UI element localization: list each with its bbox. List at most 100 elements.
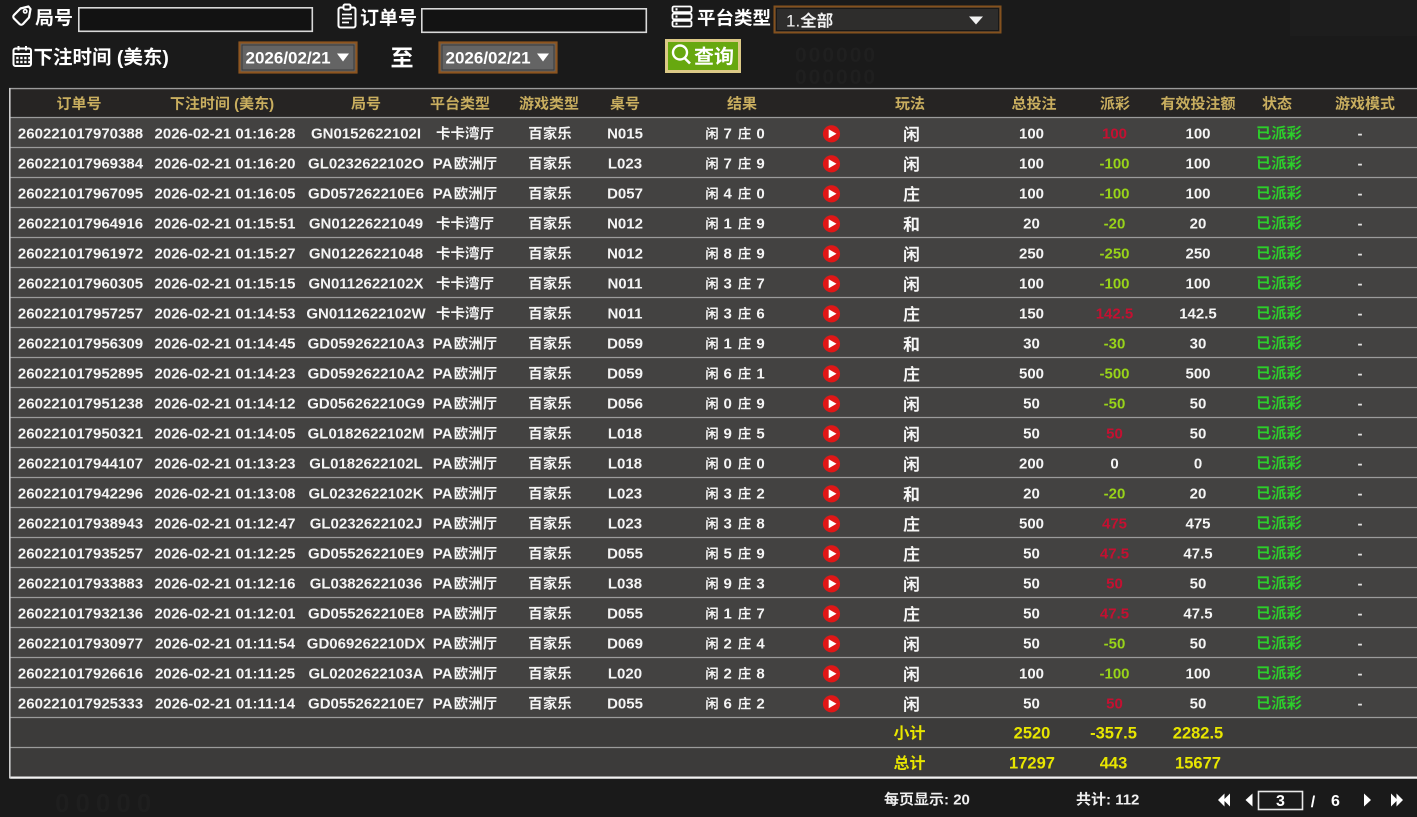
svg-text:0: 0 — [1110, 456, 1118, 473]
svg-text:D055: D055 — [607, 546, 643, 563]
svg-text:D059: D059 — [607, 366, 643, 383]
svg-text:260221017932136: 260221017932136 — [18, 606, 143, 623]
svg-text:9: 9 — [756, 546, 764, 563]
svg-text:47.5: 47.5 — [1183, 546, 1212, 563]
svg-text:D055: D055 — [607, 696, 643, 713]
svg-text:N012: N012 — [607, 246, 643, 263]
svg-text:GL0232622102O: GL0232622102O — [308, 156, 424, 173]
svg-text:475: 475 — [1185, 516, 1210, 533]
svg-text:260221017944107: 260221017944107 — [18, 456, 143, 473]
svg-text:7: 7 — [756, 606, 764, 623]
svg-text:PA: PA — [433, 186, 453, 203]
svg-text:50: 50 — [1023, 696, 1040, 713]
svg-text:L023: L023 — [608, 156, 642, 173]
svg-text:-: - — [1358, 696, 1363, 713]
svg-text:-: - — [1358, 576, 1363, 593]
svg-text:50: 50 — [1023, 546, 1040, 563]
svg-text:9: 9 — [756, 246, 764, 263]
svg-text:30: 30 — [1190, 336, 1207, 353]
svg-text:9: 9 — [756, 156, 764, 173]
svg-text:2026-02-21 01:14:23: 2026-02-21 01:14:23 — [155, 366, 296, 383]
svg-text:50: 50 — [1023, 606, 1040, 623]
svg-text:-: - — [1358, 156, 1363, 173]
svg-text:47.5: 47.5 — [1183, 606, 1212, 623]
svg-text:142.5: 142.5 — [1096, 306, 1134, 323]
svg-text:2026-02-21 01:11:25: 2026-02-21 01:11:25 — [155, 666, 295, 683]
svg-text:-: - — [1358, 246, 1363, 263]
svg-text:100: 100 — [1185, 186, 1210, 203]
svg-text:N012: N012 — [607, 216, 643, 233]
svg-text:260221017960305: 260221017960305 — [18, 276, 143, 293]
svg-text:50: 50 — [1190, 396, 1207, 413]
svg-text:260221017951238: 260221017951238 — [18, 396, 143, 413]
svg-text:50: 50 — [1190, 576, 1207, 593]
svg-text:D057: D057 — [607, 186, 643, 203]
svg-text:2282.5: 2282.5 — [1173, 725, 1223, 743]
svg-text:L018: L018 — [608, 456, 642, 473]
svg-text:2: 2 — [724, 666, 732, 683]
svg-text:0: 0 — [756, 456, 764, 473]
svg-text:2026-02-21 01:16:28: 2026-02-21 01:16:28 — [155, 126, 296, 143]
svg-text:GL03826221036: GL03826221036 — [310, 576, 423, 593]
svg-text:PA: PA — [433, 576, 453, 593]
svg-text:50: 50 — [1106, 696, 1123, 713]
svg-text:(: ( — [234, 96, 239, 113]
svg-text:-: - — [1358, 546, 1363, 563]
svg-text:D056: D056 — [607, 396, 643, 413]
svg-text:443: 443 — [1100, 755, 1128, 773]
svg-text:GL0232622102J: GL0232622102J — [310, 516, 423, 533]
svg-text:-: - — [1358, 276, 1363, 293]
svg-text:-100: -100 — [1099, 276, 1129, 293]
svg-text:20: 20 — [1023, 486, 1040, 503]
svg-text:GD059262210A2: GD059262210A2 — [308, 366, 425, 383]
svg-text:0: 0 — [724, 456, 732, 473]
svg-text:GN01226221048: GN01226221048 — [309, 246, 423, 263]
svg-text:50: 50 — [1023, 636, 1040, 653]
svg-text:N011: N011 — [607, 276, 642, 293]
svg-text:250: 250 — [1185, 246, 1210, 263]
svg-text:-: - — [1358, 306, 1363, 323]
svg-text:9: 9 — [756, 396, 764, 413]
svg-text:GL0182622102L: GL0182622102L — [309, 456, 422, 473]
svg-text:8: 8 — [724, 246, 732, 263]
svg-text:100: 100 — [1185, 156, 1210, 173]
svg-text:PA: PA — [433, 336, 453, 353]
svg-text:0: 0 — [724, 396, 732, 413]
svg-text:100: 100 — [1019, 126, 1044, 143]
svg-text:20: 20 — [953, 792, 970, 809]
svg-text:/: / — [1311, 794, 1316, 811]
svg-text:475: 475 — [1102, 516, 1127, 533]
svg-text:100: 100 — [1102, 126, 1127, 143]
svg-text:1.: 1. — [786, 12, 800, 31]
svg-text:3: 3 — [724, 306, 732, 323]
svg-text:2026-02-21 01:16:05: 2026-02-21 01:16:05 — [155, 186, 296, 203]
svg-text:L023: L023 — [608, 486, 642, 503]
svg-text:GD069262210DX: GD069262210DX — [307, 636, 425, 653]
svg-text:PA: PA — [433, 156, 453, 173]
svg-text:260221017925333: 260221017925333 — [18, 696, 143, 713]
svg-text:20: 20 — [1023, 216, 1040, 233]
svg-text:GD059262210A3: GD059262210A3 — [308, 336, 425, 353]
svg-text:500: 500 — [1019, 516, 1044, 533]
svg-text:2026-02-21 01:14:45: 2026-02-21 01:14:45 — [155, 336, 296, 353]
svg-text:15677: 15677 — [1175, 755, 1221, 773]
svg-text:3: 3 — [724, 516, 732, 533]
svg-text:200: 200 — [1019, 456, 1044, 473]
svg-text:3: 3 — [724, 276, 732, 293]
svg-text:PA: PA — [433, 666, 453, 683]
svg-text:5: 5 — [756, 426, 764, 443]
svg-text:GD055262210E7: GD055262210E7 — [308, 696, 424, 713]
svg-text:GL0232622102K: GL0232622102K — [308, 486, 423, 503]
svg-text:2: 2 — [756, 486, 764, 503]
svg-text:260221017930977: 260221017930977 — [18, 636, 143, 653]
svg-text:7: 7 — [756, 276, 764, 293]
svg-text:GD056262210G9: GD056262210G9 — [307, 396, 425, 413]
svg-text:3: 3 — [724, 486, 732, 503]
svg-text:260221017969384: 260221017969384 — [18, 156, 144, 173]
svg-text:-20: -20 — [1104, 216, 1126, 233]
svg-text:GN0152622102I: GN0152622102I — [311, 126, 421, 143]
svg-text:50: 50 — [1023, 576, 1040, 593]
svg-text:2026-02-21 01:12:47: 2026-02-21 01:12:47 — [155, 516, 296, 533]
svg-text:9: 9 — [724, 576, 732, 593]
svg-text:PA: PA — [433, 366, 453, 383]
